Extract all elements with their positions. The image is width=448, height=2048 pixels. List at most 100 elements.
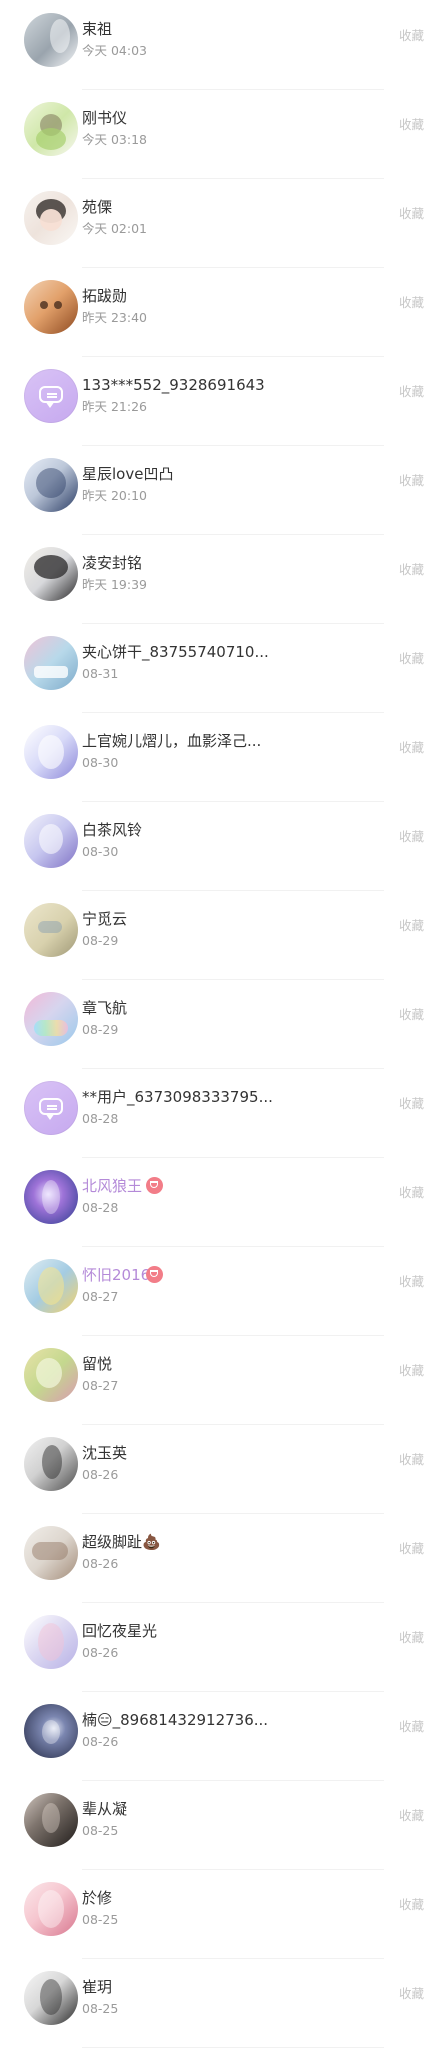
- list-item[interactable]: **用户_6373098333795... 08-28 收藏: [0, 1068, 448, 1158]
- avatar-eye: [40, 301, 48, 309]
- vip-heart-badge-icon: [146, 1266, 163, 1283]
- list-item[interactable]: 凌安封铭 昨天 19:39 收藏: [0, 534, 448, 624]
- avatar: [24, 1793, 78, 1847]
- user-name: 束祖: [82, 20, 113, 38]
- list-item[interactable]: 拓跋勋 昨天 23:40 收藏: [0, 267, 448, 357]
- collect-button[interactable]: 收藏: [364, 1003, 424, 1027]
- collect-button[interactable]: 收藏: [364, 647, 424, 671]
- avatar-eye: [54, 301, 62, 309]
- list-item[interactable]: 留悦 08-27 收藏: [0, 1335, 448, 1425]
- list-item[interactable]: 北风狼王 08-28 收藏: [0, 1157, 448, 1247]
- collect-button[interactable]: 收藏: [364, 469, 424, 493]
- list-item[interactable]: 星辰love凹凸 昨天 20:10 收藏: [0, 445, 448, 535]
- user-name: 怀旧2016: [82, 1266, 151, 1284]
- avatar: [24, 13, 78, 67]
- list-item[interactable]: 夹心饼干_8375574071​0... 08-31 收藏: [0, 623, 448, 713]
- collect-time: 08-26: [82, 1734, 119, 1749]
- collect-time: 昨天 19:39: [82, 577, 147, 592]
- list-item[interactable]: 白茶风铃 08-30 收藏: [0, 801, 448, 891]
- collect-button[interactable]: 收藏: [364, 1982, 424, 2006]
- user-name: 133***552_9328691643: [82, 376, 265, 394]
- collect-time: 今天 02:01: [82, 221, 147, 236]
- avatar: [24, 636, 78, 690]
- collect-time: 今天 03:18: [82, 132, 147, 147]
- list-item[interactable]: 刚书仪 今天 03:18 收藏: [0, 89, 448, 179]
- collect-time: 08-30: [82, 844, 119, 859]
- collect-button[interactable]: 收藏: [364, 1537, 424, 1561]
- user-name: 辈从凝: [82, 1800, 128, 1818]
- avatar-figure: [40, 1979, 62, 2015]
- collect-time: 08-29: [82, 1022, 119, 1037]
- avatar: [24, 1437, 78, 1491]
- avatar-figure: [38, 1623, 64, 1661]
- avatar-object: [36, 1358, 62, 1388]
- avatar-figure: [38, 1267, 64, 1305]
- collect-time: 08-30: [82, 755, 119, 770]
- list-item[interactable]: 怀旧2016 08-27 收藏: [0, 1246, 448, 1336]
- list-item[interactable]: 苑傈 今天 02:01 收藏: [0, 178, 448, 268]
- collect-button[interactable]: 收藏: [364, 1448, 424, 1472]
- chat-avatar: [24, 1081, 78, 1135]
- user-name: 於修: [82, 1889, 113, 1907]
- user-name: 超级脚趾💩: [82, 1533, 161, 1551]
- collect-button[interactable]: 收藏: [364, 1626, 424, 1650]
- collect-button[interactable]: 收藏: [364, 825, 424, 849]
- collect-button[interactable]: 收藏: [364, 1893, 424, 1917]
- list-item[interactable]: 崔玥 08-25 收藏: [0, 1958, 448, 2048]
- avatar-figure: [38, 1890, 64, 1928]
- list-item[interactable]: 章飞航 08-29 收藏: [0, 979, 448, 1069]
- collect-time: 08-29: [82, 933, 119, 948]
- collect-button[interactable]: 收藏: [364, 1804, 424, 1828]
- avatar: [24, 1526, 78, 1580]
- collect-button[interactable]: 收藏: [364, 24, 424, 48]
- collect-button[interactable]: 收藏: [364, 914, 424, 938]
- collect-time: 08-25: [82, 1823, 119, 1838]
- list-item[interactable]: 133***552_9328691643 昨天 21:26 收藏: [0, 356, 448, 446]
- collection-list: 束祖 今天 04:03 收藏 刚书仪 今天 03:18 收藏 苑傈 今天 02:…: [0, 0, 448, 2048]
- collect-button[interactable]: 收藏: [364, 1092, 424, 1116]
- list-item[interactable]: 辈从凝 08-25 收藏: [0, 1780, 448, 1870]
- collect-button[interactable]: 收藏: [364, 291, 424, 315]
- list-item[interactable]: 超级脚趾💩 08-26 收藏: [0, 1513, 448, 1603]
- avatar-figure: [36, 128, 66, 150]
- list-item[interactable]: 宁觅云 08-29 收藏: [0, 890, 448, 980]
- list-item[interactable]: 於修 08-25 收藏: [0, 1869, 448, 1959]
- avatar: [24, 1704, 78, 1758]
- avatar-figure: [42, 1803, 60, 1833]
- list-item[interactable]: 束祖 今天 04:03 收藏: [0, 0, 448, 90]
- collect-button[interactable]: 收藏: [364, 736, 424, 760]
- list-item[interactable]: 回忆夜星光 08-26 收藏: [0, 1602, 448, 1692]
- avatar: [24, 903, 78, 957]
- user-name: 沈玉英: [82, 1444, 128, 1462]
- user-name: 宁觅云: [82, 910, 128, 928]
- list-item[interactable]: 楠😑_89681432912736... 08-26 收藏: [0, 1691, 448, 1781]
- collect-time: 08-26: [82, 1467, 119, 1482]
- collect-button[interactable]: 收藏: [364, 1270, 424, 1294]
- avatar-highlight: [50, 19, 70, 53]
- collect-button[interactable]: 收藏: [364, 1715, 424, 1739]
- collect-button[interactable]: 收藏: [364, 380, 424, 404]
- user-name: 北风狼王: [82, 1177, 143, 1195]
- collect-button[interactable]: 收藏: [364, 1359, 424, 1383]
- list-item[interactable]: 上官婉儿熠儿，血影泽己... 08-30 收藏: [0, 712, 448, 802]
- avatar-image: [24, 992, 78, 1046]
- collect-button[interactable]: 收藏: [364, 202, 424, 226]
- avatar: [24, 1971, 78, 2025]
- collect-time: 昨天 21:26: [82, 399, 147, 414]
- collect-button[interactable]: 收藏: [364, 1181, 424, 1205]
- user-name: 白茶风铃: [82, 821, 143, 839]
- collect-time: 08-31: [82, 666, 119, 681]
- user-name: 楠😑_89681432912736...: [82, 1711, 269, 1729]
- avatar-pattern: [38, 921, 62, 933]
- avatar-face: [40, 209, 62, 231]
- user-name: 拓跋勋: [82, 287, 128, 305]
- avatar: [24, 725, 78, 779]
- user-name: 夹心饼干_8375574071​0...: [82, 643, 269, 661]
- list-item[interactable]: 沈玉英 08-26 收藏: [0, 1424, 448, 1514]
- avatar: [24, 1348, 78, 1402]
- collect-time: 今天 04:03: [82, 43, 147, 58]
- collect-button[interactable]: 收藏: [364, 113, 424, 137]
- avatar-figure: [36, 468, 66, 498]
- collect-button[interactable]: 收藏: [364, 558, 424, 582]
- avatar: [24, 280, 78, 334]
